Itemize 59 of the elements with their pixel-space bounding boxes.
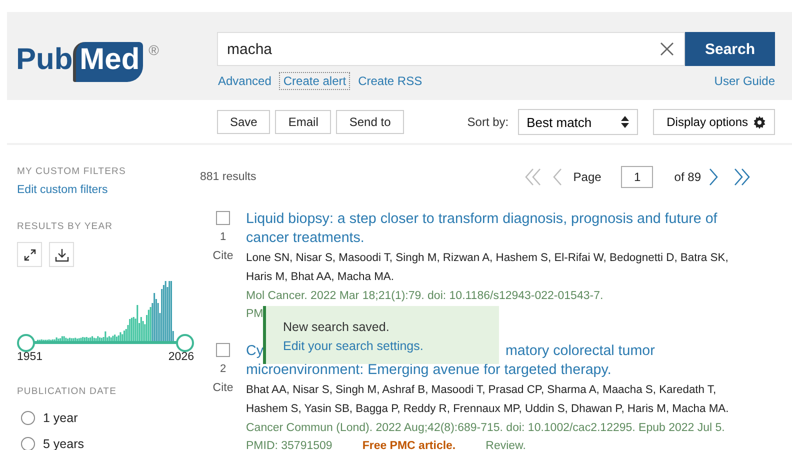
header-link[interactable]: Create RSS xyxy=(354,72,426,90)
result-number: 2 xyxy=(220,362,226,376)
logo-book-text[interactable]: Med xyxy=(72,42,143,82)
download-button[interactable] xyxy=(49,242,74,267)
action-button[interactable]: Email xyxy=(275,110,332,134)
display-options-button[interactable]: Display options xyxy=(652,109,775,135)
year-label: 1951 xyxy=(17,351,43,363)
radio-button[interactable] xyxy=(21,437,35,450)
sort-label: Sort by: xyxy=(467,115,509,129)
radio-label[interactable]: 1 year xyxy=(43,411,78,425)
registered-mark: ® xyxy=(148,42,159,58)
author-list: Bhat AA, Nisar S, Singh M, Ashraf B, Masoodi T, Prasad CP, Sharma A, Maacha S, Karedath T, Hashem S, Yasin SB, Bagga P, Reddy R, Frennaux MP, Uddin S, Dhawan P, Haris M, Macha MA. xyxy=(246,381,752,419)
sort-arrows-icon xyxy=(620,116,629,128)
page-number-field[interactable]: 1 xyxy=(621,166,654,188)
article-title-link[interactable]: microenvironment: Emerging avenue for targeted therapy. xyxy=(246,361,736,380)
result-number: 1 xyxy=(220,230,226,244)
article-title-link[interactable]: matory colorectal tumor xyxy=(505,342,655,361)
journal-citation: Cancer Commun (Lond). 2022 Aug;42(8):689-715. doi: 10.1002/cac2.12295. Epub 2022 Jul 5. xyxy=(246,421,726,436)
page-total: of 89 xyxy=(674,170,701,184)
expand-button[interactable] xyxy=(17,242,42,267)
download-icon xyxy=(54,248,68,262)
journal-citation: Mol Cancer. 2022 Mar 18;21(1):79. doi: 10.1186/s12943-022-01543-7. xyxy=(246,289,604,304)
cite-link[interactable]: Cite xyxy=(212,250,234,262)
section-heading: PUBLICATION DATE xyxy=(17,385,118,399)
action-button[interactable]: Send to xyxy=(336,110,404,134)
pmid-text: PMID: 35791509 xyxy=(246,439,332,450)
toast-message: New search saved. Edit your search settings. xyxy=(283,318,485,356)
settings-icon xyxy=(753,116,766,128)
pmid-text: PM xyxy=(246,307,264,322)
user-guide-link[interactable]: User Guide xyxy=(714,74,775,88)
results-count: 881 results xyxy=(200,171,256,183)
year-label: 2026 xyxy=(168,351,194,363)
search-settings-link[interactable]: Edit your search settings. xyxy=(283,337,485,356)
free-article-label: Free PMC article. xyxy=(362,439,456,450)
range-handle[interactable] xyxy=(17,334,35,352)
result-checkbox[interactable] xyxy=(216,343,230,357)
cite-link[interactable]: Cite xyxy=(212,382,234,394)
header-link[interactable]: Advanced xyxy=(217,72,276,90)
next-page-icon[interactable] xyxy=(709,168,718,186)
result-checkbox[interactable] xyxy=(216,211,230,225)
edit-filters-link[interactable]: Edit custom filters xyxy=(17,184,200,196)
section-heading: MY CUSTOM FILTERS xyxy=(17,165,127,179)
page-label: Page xyxy=(573,170,602,184)
article-title-link[interactable]: Cy xyxy=(246,342,264,361)
range-handle[interactable] xyxy=(176,334,194,352)
section-heading: RESULTS BY YEAR xyxy=(17,220,114,234)
search-button[interactable]: Search xyxy=(685,32,775,66)
previous-page-icon[interactable] xyxy=(553,168,562,186)
last-page-icon[interactable] xyxy=(734,168,750,186)
action-button[interactable]: Save xyxy=(217,110,270,134)
article-title-link[interactable]: Liquid biopsy: a step closer to transform diagnosis, prognosis and future of cancer treatments. xyxy=(246,210,736,248)
header-link[interactable]: Create alert xyxy=(279,72,350,90)
author-list: Lone SN, Nisar S, Masoodi T, Singh M, Rizwan A, Hashem S, El-Rifai W, Bedognetti D, Batra SK, Haris M, Bhat AA, Macha MA. xyxy=(246,249,752,287)
first-page-icon[interactable] xyxy=(525,168,542,186)
sort-select[interactable]: Best match xyxy=(518,109,638,135)
logo-text[interactable]: Pub xyxy=(16,42,73,78)
article-type-label: Review. xyxy=(486,439,526,450)
radio-button[interactable] xyxy=(21,411,35,425)
expand-icon xyxy=(24,248,36,260)
